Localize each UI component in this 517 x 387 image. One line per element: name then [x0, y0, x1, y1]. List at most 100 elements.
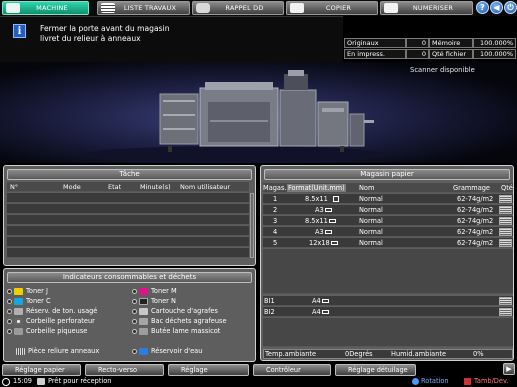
- punch-waste-item[interactable]: Corbeille perforateur: [7, 317, 95, 325]
- paper-format: A3: [315, 206, 324, 214]
- tray-number: 4: [273, 228, 278, 236]
- col-tray: Magas.: [263, 184, 287, 192]
- ring-binding-icon: [16, 347, 25, 355]
- stitcher-tray-item[interactable]: Corbeille piqueuse: [7, 327, 87, 335]
- footer-bar: 15:09 Prêt pour réception Rotation Tamb/…: [0, 377, 517, 387]
- job-row[interactable]: [7, 215, 249, 225]
- status-dot-icon: [132, 348, 137, 354]
- tab-numeriser[interactable]: NUMERISER: [380, 1, 473, 15]
- controller-button[interactable]: Contrôleur: [253, 364, 331, 376]
- impress-value: 0: [406, 49, 429, 59]
- power-icon[interactable]: ⏻: [504, 1, 517, 14]
- bypass-row[interactable]: [263, 307, 513, 317]
- tab-rappel-dd[interactable]: RAPPEL DD: [192, 1, 284, 15]
- message-line-2: livret du relieur à anneaux: [40, 34, 141, 43]
- status-dot-icon: [7, 328, 12, 334]
- paper-format: A3: [315, 228, 324, 236]
- paper-panel-title: Magasin papier: [264, 169, 510, 180]
- tab-copier[interactable]: COPIER: [286, 1, 378, 15]
- qte-fichier-value: 100.000%: [473, 49, 516, 59]
- paper-format: A4: [312, 297, 321, 305]
- tamb-label[interactable]: Tamb/Dev.: [474, 377, 508, 385]
- next-page-button[interactable]: ▶: [503, 363, 515, 375]
- help-icon[interactable]: ?: [476, 1, 489, 14]
- tab-label: LISTE TRAVAUX: [123, 4, 177, 12]
- tab-liste-travaux[interactable]: LISTE TRAVAUX: [97, 1, 190, 15]
- status-dot-icon: [7, 298, 12, 304]
- staple-waste-icon: [139, 317, 148, 325]
- paper-level-icon: [499, 239, 512, 247]
- ring-binding-item[interactable]: Pièce reliure anneaux: [16, 347, 99, 355]
- waste-toner-item[interactable]: Réserv. de ton. usagé: [7, 307, 97, 315]
- printer-status-icon: [37, 378, 45, 385]
- duplex-button[interactable]: Recto-verso: [85, 364, 164, 376]
- paper-weight: 62-74g/m2: [457, 217, 494, 225]
- item-label: Toner J: [26, 287, 48, 295]
- bypass-row[interactable]: [263, 296, 513, 306]
- info-icon: i: [13, 24, 26, 38]
- paper-empty-area: [263, 249, 513, 294]
- tab-machine[interactable]: MACHINE: [2, 1, 89, 15]
- message-area: Fermer la porte avant du magasin livret …: [0, 16, 343, 62]
- tab-label: NUMERISER: [412, 4, 454, 12]
- job-row[interactable]: [7, 226, 249, 236]
- rotation-label[interactable]: Rotation: [421, 377, 449, 385]
- water-tank-icon: [139, 347, 148, 355]
- toner-c-item[interactable]: Toner C: [7, 297, 51, 305]
- toner-k-item[interactable]: Toner N: [132, 297, 176, 305]
- toner-m-item[interactable]: Toner M: [132, 287, 177, 295]
- tray-number: 1: [273, 195, 278, 203]
- item-label: Toner M: [151, 287, 177, 295]
- machine-icon: [6, 3, 20, 13]
- item-label: Bac déchets agrafeuse: [151, 317, 227, 325]
- job-row[interactable]: [7, 248, 249, 258]
- col-weight: Grammage: [453, 184, 490, 192]
- paper-name: Normal: [359, 239, 383, 247]
- impress-label: En impress.: [344, 49, 406, 59]
- paper-name: Normal: [359, 195, 383, 203]
- tamb-icon: [464, 378, 471, 385]
- paper-format: 12x18: [309, 239, 330, 247]
- staple-waste-item[interactable]: Bac déchets agrafeuse: [132, 317, 227, 325]
- waste-toner-icon: [14, 307, 23, 315]
- job-row[interactable]: [7, 237, 249, 247]
- tray-number: BI1: [264, 297, 275, 305]
- col-mode: Mode: [63, 183, 81, 191]
- water-tank-item[interactable]: Réservoir d'eau: [132, 347, 202, 355]
- col-user: Nom utilisateur: [180, 183, 231, 191]
- job-panel-title: Tâche: [7, 169, 252, 180]
- temp-label: Temp.ambiante: [265, 350, 317, 358]
- decurl-button[interactable]: Réglage détuilage: [335, 364, 416, 376]
- job-row[interactable]: [7, 204, 249, 214]
- staple-icon: [139, 307, 148, 315]
- status-dot-icon: [132, 318, 137, 324]
- paper-panel: Magasin papier Magas. Format(Unit.mm) No…: [260, 165, 514, 361]
- qte-fichier-label: Qté fichier: [429, 49, 473, 59]
- landscape-orientation-icon: [331, 241, 338, 245]
- col-qty: Qté: [501, 184, 513, 192]
- trimmer-stopper-item[interactable]: Butée lame massicot: [132, 327, 220, 335]
- paper-format: 8.5x11: [305, 195, 328, 203]
- paper-weight: 62-74g/m2: [457, 228, 494, 236]
- paper-weight: 62-74g/m2: [457, 195, 494, 203]
- trimmer-icon: [139, 327, 148, 335]
- paper-level-icon: [499, 228, 512, 236]
- item-label: Réserv. de ton. usagé: [26, 307, 98, 315]
- col-format: Format(Unit.mm): [287, 184, 346, 192]
- back-icon[interactable]: ◀: [490, 1, 503, 14]
- paper-level-icon: [499, 308, 512, 316]
- job-row[interactable]: [7, 193, 249, 203]
- message-line-1: Fermer la porte avant du magasin: [40, 24, 170, 33]
- job-scrollbar[interactable]: [250, 193, 254, 258]
- toner-y-item[interactable]: Toner J: [7, 287, 48, 295]
- paper-setting-button[interactable]: Réglage papier: [2, 364, 81, 376]
- landscape-orientation-icon: [322, 310, 329, 314]
- paper-level-icon: [499, 217, 512, 225]
- staple-cartridge-item[interactable]: Cartouche d'agrafes: [132, 307, 218, 315]
- tray-number: 2: [273, 206, 278, 214]
- item-label: Réservoir d'eau: [151, 347, 203, 355]
- scanner-status: Scanner disponible: [410, 66, 475, 74]
- adjust-button[interactable]: Réglage: [168, 364, 249, 376]
- tab-label: RAPPEL DD: [225, 4, 264, 12]
- landscape-orientation-icon: [322, 299, 329, 303]
